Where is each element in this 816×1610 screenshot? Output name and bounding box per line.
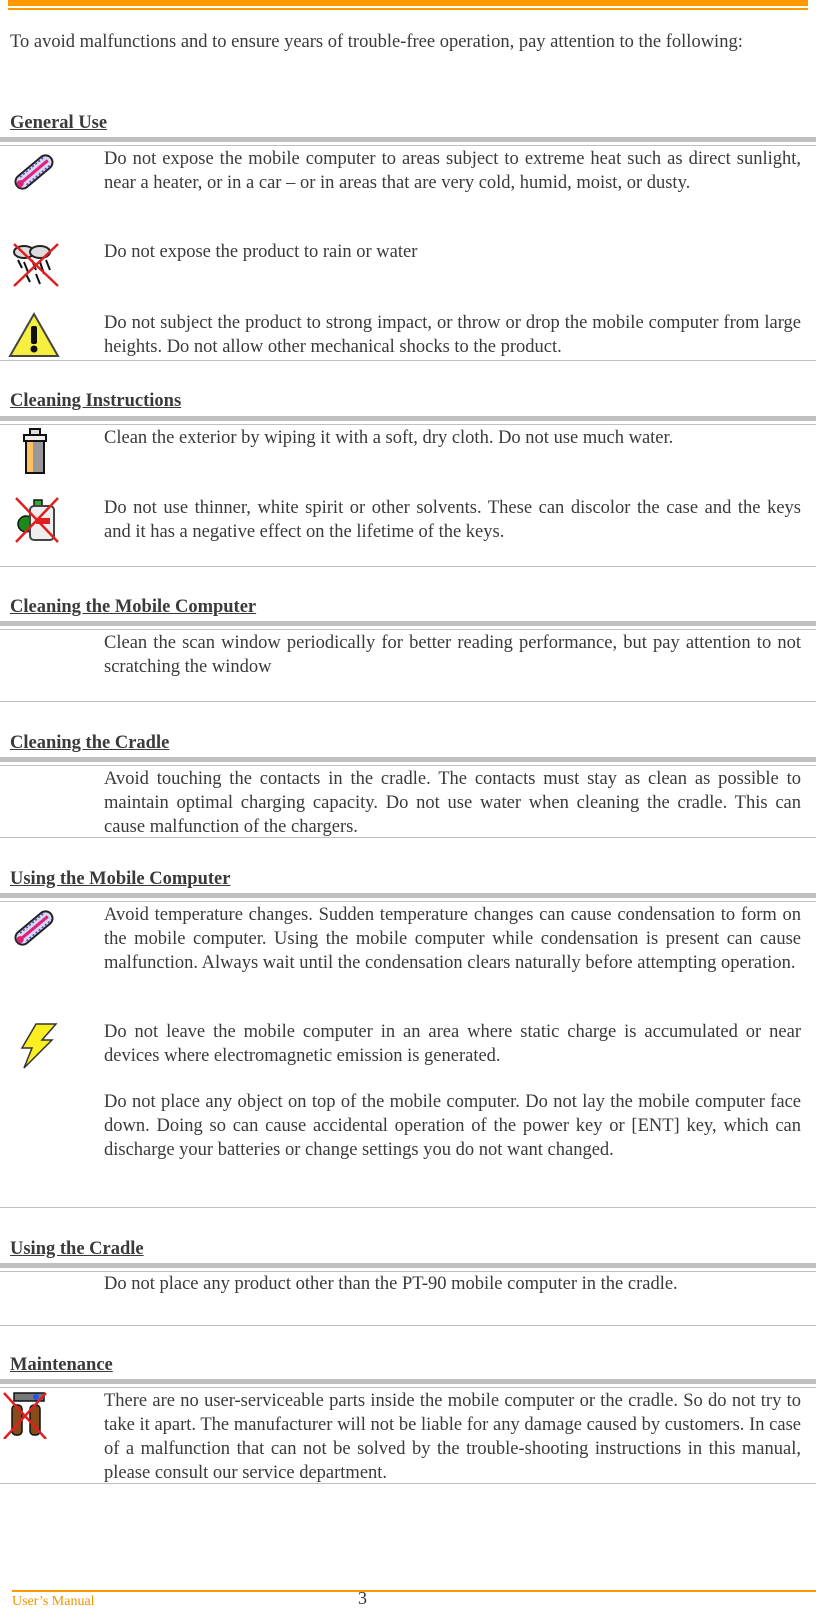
thermometer-icon [14,154,54,190]
list-item: Avoid touching the contacts in the cradl… [104,769,801,837]
section-title-using-cradle: Using the Cradle [10,1239,144,1259]
section-title-general-use: General Use [10,113,108,133]
section-divider [0,1207,816,1208]
section-title-maintenance: Maintenance [10,1355,113,1375]
list-item: Clean the exterior by wiping it with a s… [104,428,674,448]
section-divider [0,1325,816,1326]
list-item: Clean the scan window periodically for b… [104,633,801,677]
no-solvent-icon [15,497,59,543]
section-divider [0,566,816,567]
list-item: Do not subject the product to strong imp… [104,313,801,357]
section-divider [0,1387,816,1388]
list-item: Do not place any product other than the … [104,1274,678,1294]
section-divider [0,145,816,146]
list-item: Do not expose the product to rain or wat… [104,242,418,262]
section-divider [0,901,816,902]
list-item: There are no user-serviceable parts insi… [104,1391,801,1483]
section-divider [0,360,816,361]
list-item: Do not leave the mobile computer in an a… [104,1022,801,1066]
no-rain-icon [13,243,59,287]
list-item: Do not use thinner, white spirit or othe… [104,498,801,542]
cloth-jug-icon [23,428,47,474]
thermometer-icon [14,910,54,946]
section-divider [0,893,816,898]
section-divider [0,1379,816,1384]
section-divider [0,701,816,702]
section-divider [0,137,816,142]
section-title-cleaning-instructions: Cleaning Instructions [10,391,182,411]
section-title-using-mobile-computer: Using the Mobile Computer [10,869,231,889]
footer-manual-label: User’s Manual [12,1594,95,1609]
section-divider [0,424,816,425]
header-accent-line [8,8,808,10]
section-title-cleaning-mobile-computer: Cleaning the Mobile Computer [10,597,257,617]
no-tools-icon [3,1392,47,1439]
list-item: Do not place any object on top of the mo… [104,1092,801,1160]
footer-accent-line [12,1590,816,1592]
section-divider [0,416,816,421]
section-divider [0,837,816,838]
section-divider [0,1263,816,1268]
section-divider [0,1483,816,1484]
section-divider [0,765,816,766]
section-divider [0,757,816,762]
section-divider [0,629,816,630]
warning-icon [8,311,60,357]
list-item: Avoid temperature changes. Sudden temper… [104,905,801,973]
header-accent-bar [8,0,808,6]
section-title-cleaning-cradle: Cleaning the Cradle [10,733,170,753]
page-number: 3 [358,1588,367,1608]
list-item: Do not expose the mobile computer to are… [104,149,801,193]
lightning-icon [20,1023,58,1069]
section-divider [0,621,816,626]
intro-paragraph: To avoid malfunctions and to ensure year… [10,32,743,52]
